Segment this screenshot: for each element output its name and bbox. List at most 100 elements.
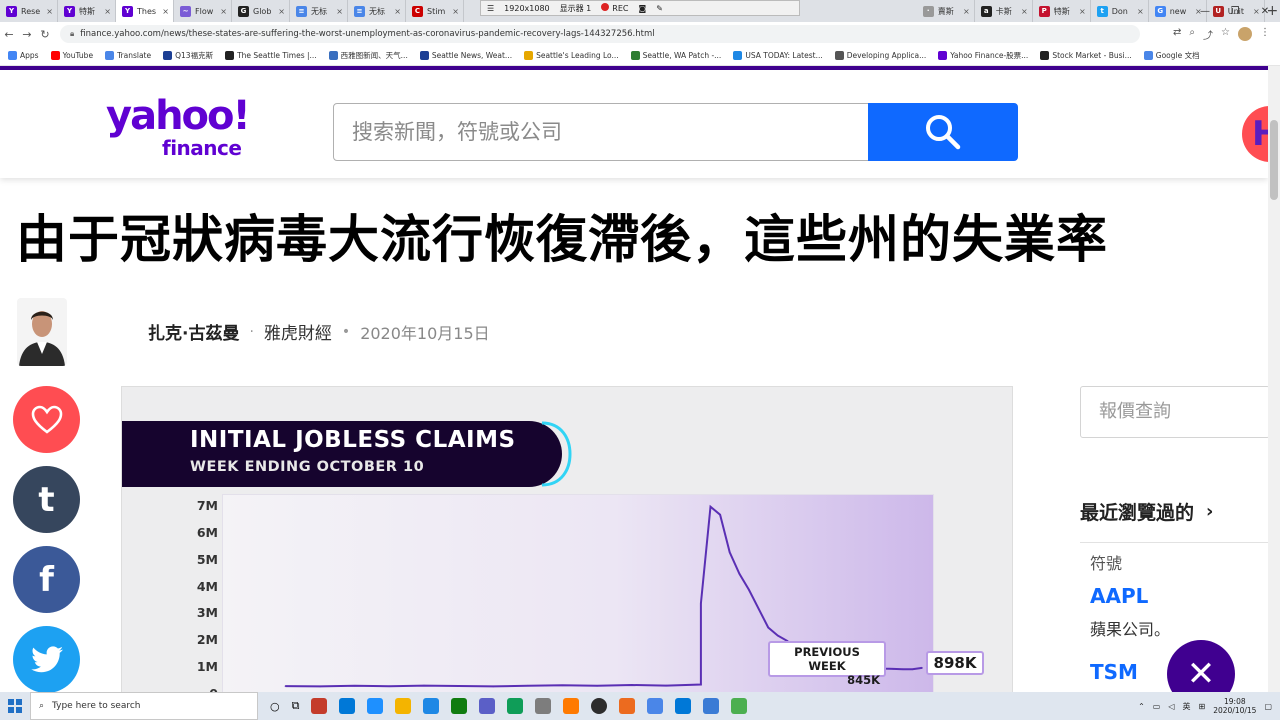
yahoo-finance-logo[interactable]: yahoo! finance [106, 96, 266, 160]
volume-icon[interactable]: ◁ [1168, 702, 1174, 711]
page-scrollbar[interactable] [1268, 66, 1280, 692]
browser-tab[interactable]: ≡ 无标 × [290, 0, 348, 22]
bookmark-item[interactable]: Q13福克斯 [163, 50, 213, 61]
browser-tab[interactable]: a 卡斯 × [975, 0, 1033, 22]
taskbar-app-icon[interactable] [395, 698, 412, 714]
start-button[interactable] [0, 692, 30, 720]
pen-icon[interactable]: ✎ [656, 4, 663, 13]
menu-icon[interactable]: ⋮ [1260, 27, 1270, 42]
ticker-symbol[interactable]: AAPL [1090, 584, 1148, 608]
taskbar-app-icon[interactable] [675, 698, 692, 714]
close-button[interactable]: ✕ [1167, 640, 1235, 692]
star-icon[interactable]: ☆ [1221, 27, 1230, 42]
taskbar-app-icon[interactable] [703, 698, 720, 714]
bookmark-item[interactable]: Translate [105, 51, 151, 60]
browser-tab[interactable]: Y Rese × [0, 0, 58, 22]
network-icon[interactable]: ▭ [1153, 702, 1161, 711]
twitter-share-button[interactable] [13, 626, 80, 692]
clock[interactable]: 19:08 2020/10/15 [1213, 697, 1256, 715]
video-player[interactable]: INITIAL JOBLESS CLAIMS WEEK ENDING OCTOB… [121, 386, 1013, 692]
reload-icon[interactable]: ↻ [36, 28, 54, 41]
tray-chevron-icon[interactable]: ⌃ [1138, 702, 1145, 711]
close-window-icon[interactable]: ✕ [1250, 0, 1280, 22]
bookmark-item[interactable]: USA TODAY: Latest... [733, 51, 823, 60]
recorder-display[interactable]: 显示器 1 [560, 3, 592, 14]
task-view-icon[interactable]: ⧉ [292, 699, 300, 713]
tab-close-icon[interactable]: × [220, 7, 227, 16]
tab-close-icon[interactable]: × [278, 7, 285, 16]
tab-close-icon[interactable]: × [104, 7, 111, 16]
browser-tab[interactable]: Y Thes × [116, 0, 174, 22]
bookmark-item[interactable]: Stock Market - Busi... [1040, 51, 1132, 60]
taskbar-app-icon[interactable] [507, 698, 524, 714]
translate-icon[interactable]: ⇄ [1173, 27, 1181, 42]
back-icon[interactable]: ← [0, 28, 18, 41]
input-language[interactable]: 英 [1183, 701, 1191, 712]
bookmark-item[interactable]: Seattle News, Weat... [419, 51, 512, 60]
ticker-symbol[interactable]: TSM [1090, 660, 1138, 684]
browser-tab[interactable]: C Stim × [406, 0, 464, 22]
bookmark-item[interactable]: Google 文档 [1143, 50, 1200, 61]
browser-tab[interactable]: · 賣斯 × [917, 0, 975, 22]
tumblr-share-button[interactable]: t [13, 466, 80, 533]
tab-close-icon[interactable]: × [1079, 7, 1086, 16]
tab-close-icon[interactable]: × [963, 7, 970, 16]
scrollbar-thumb[interactable] [1270, 120, 1278, 200]
taskbar-app-icon[interactable] [535, 698, 552, 714]
bookmark-item[interactable]: 西雅图新闻、天气... [328, 50, 408, 61]
tab-close-icon[interactable]: × [1021, 7, 1028, 16]
taskbar-app-icon[interactable] [423, 698, 440, 714]
share-page-icon[interactable]: ⤴ [1203, 27, 1213, 42]
notifications-icon[interactable]: ▢ [1264, 702, 1272, 711]
save-heart-button[interactable] [13, 386, 80, 453]
tab-close-icon[interactable]: × [394, 7, 401, 16]
profile-avatar[interactable] [1238, 26, 1252, 41]
taskbar-app-icon[interactable] [563, 698, 580, 714]
tab-close-icon[interactable]: × [46, 7, 53, 16]
taskbar-app-icon[interactable] [479, 698, 496, 714]
bookmark-item[interactable]: Apps [8, 51, 39, 60]
input-mode-icon[interactable]: ⊞ [1199, 702, 1206, 711]
lock-icon[interactable]: 🔒︎ [70, 29, 74, 39]
recently-viewed-link[interactable]: 最近瀏覽過的 › [1080, 498, 1213, 525]
taskbar-search-input[interactable]: ⌕ Type here to search [30, 692, 258, 720]
quote-lookup-input[interactable]: 報價查詢 [1080, 386, 1270, 438]
cortana-icon[interactable]: ○ [270, 700, 280, 713]
taskbar-app-icon[interactable] [451, 698, 468, 714]
taskbar-app-icon[interactable] [591, 698, 608, 714]
taskbar-app-icon[interactable] [339, 698, 356, 714]
tab-close-icon[interactable]: × [336, 7, 343, 16]
bookmark-item[interactable]: The Seattle Times |... [225, 51, 317, 60]
browser-tab[interactable]: P 特斯 × [1033, 0, 1091, 22]
bookmark-item[interactable]: Seattle's Leading Lo... [524, 51, 619, 60]
forward-icon[interactable]: → [18, 28, 36, 41]
author-name[interactable]: 扎克·古茲曼 [148, 319, 239, 344]
taskbar-app-icon[interactable] [619, 698, 636, 714]
camera-icon[interactable]: ◙ [638, 4, 646, 13]
bookmark-item[interactable]: Yahoo Finance-股票... [938, 50, 1028, 61]
search-button[interactable] [868, 103, 1018, 161]
taskbar-app-icon[interactable] [367, 698, 384, 714]
facebook-share-button[interactable]: f [13, 546, 80, 613]
taskbar-app-icon[interactable] [647, 698, 664, 714]
bookmark-item[interactable]: Seattle, WA Patch -... [630, 51, 721, 60]
zoom-icon[interactable]: ⌕ [1189, 27, 1195, 42]
minimize-icon[interactable]: — [1190, 0, 1220, 22]
taskbar-app-icon[interactable] [731, 698, 748, 714]
tab-close-icon[interactable]: × [452, 7, 459, 16]
browser-tab[interactable]: Y 特斯 × [58, 0, 116, 22]
bookmark-item[interactable]: Developing Applica... [834, 51, 926, 60]
tab-close-icon[interactable]: × [1137, 7, 1144, 16]
browser-tab[interactable]: ≡ 无标 × [348, 0, 406, 22]
browser-tab[interactable]: t Don × [1091, 0, 1149, 22]
bookmark-favicon-icon [630, 51, 640, 60]
recorder-rec-button[interactable]: REC [601, 3, 628, 13]
browser-tab[interactable]: G Glob × [232, 0, 290, 22]
tab-close-icon[interactable]: × [162, 7, 169, 16]
bookmark-item[interactable]: YouTube [50, 51, 93, 60]
search-input[interactable]: 搜索新聞，符號或公司 [333, 103, 869, 161]
url-bar[interactable]: 🔒︎ finance.yahoo.com/news/these-states-a… [60, 25, 1140, 43]
restore-icon[interactable]: ❐ [1220, 0, 1250, 22]
taskbar-app-icon[interactable] [311, 698, 328, 714]
browser-tab[interactable]: ~ Flow × [174, 0, 232, 22]
